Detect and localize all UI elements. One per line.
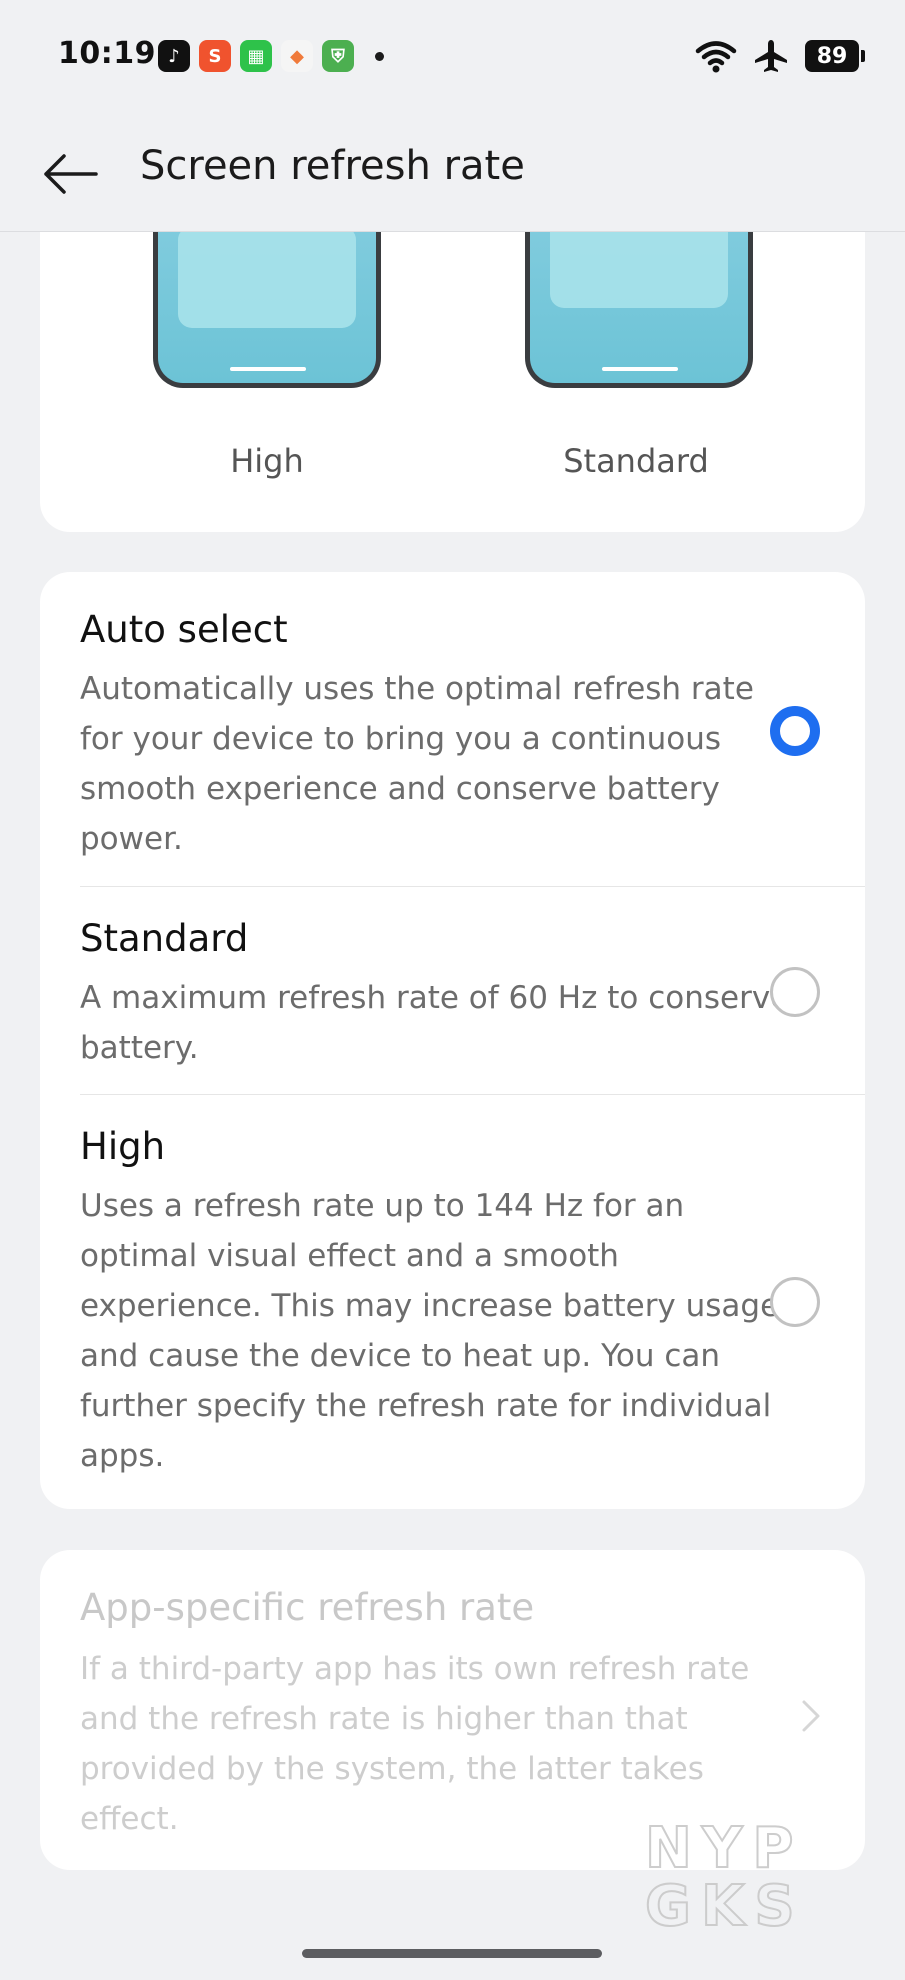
refresh-rate-preview-card: High Standard [40,180,865,532]
status-bar: 10:19 ♪ S ▦ ◆ ⛨ 89 [0,0,905,110]
more-notifications-dot [375,51,384,61]
back-button[interactable] [40,144,100,204]
app-specific-title: App-specific refresh rate [80,1586,535,1629]
status-time: 10:19 [58,36,156,71]
battery-indicator: 89 [805,40,865,72]
option-title: High [80,1125,166,1168]
back-arrow-icon [44,154,98,194]
app-header: Screen refresh rate [0,110,905,232]
page-title: Screen refresh rate [140,143,525,189]
standard-preview-label: Standard [563,442,709,480]
option-description: Automatically uses the optimal refresh r… [80,671,754,857]
high-radio[interactable] [770,1277,820,1327]
airplane-mode-icon [755,40,787,72]
option-description: A maximum refresh rate of 60 Hz to conse… [80,980,790,1066]
auto-select-radio[interactable] [770,706,820,756]
app-specific-description: If a third-party app has its own refresh… [80,1651,750,1837]
option-title: Standard [80,917,249,960]
high-preview-label: High [230,442,304,480]
system-icons: 89 [695,38,865,74]
option-auto-select[interactable]: Auto select Automatically uses the optim… [40,572,865,886]
option-description: Uses a refresh rate up to 144 Hz for an … [80,1188,780,1474]
option-standard[interactable]: Standard A maximum refresh rate of 60 Hz… [40,887,865,1093]
security-shield-icon: ⛨ [322,40,354,72]
home-indicator[interactable] [302,1949,602,1958]
notification-icons: ♪ S ▦ ◆ ⛨ [158,40,384,72]
standard-radio[interactable] [770,967,820,1017]
game-icon: ◆ [281,40,313,72]
option-title: Auto select [80,608,288,651]
tiktok-icon: ♪ [158,40,190,72]
wifi-icon [695,41,737,73]
refresh-rate-options-card: Auto select Automatically uses the optim… [40,572,865,1509]
watermark-logo: NYP GKS [644,1816,805,1939]
shopee-icon: S [199,40,231,72]
chevron-right-icon [802,1700,820,1732]
option-high[interactable]: High Uses a refresh rate up to 144 Hz fo… [40,1095,865,1509]
calculator-app-icon: ▦ [240,40,272,72]
